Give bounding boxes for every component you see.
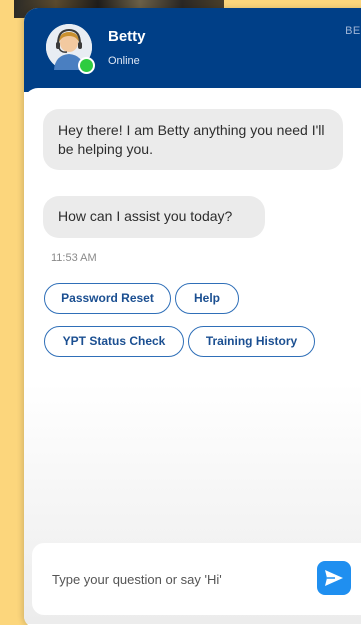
quick-reply-training-history[interactable]: Training History [188,326,315,357]
quick-reply-ypt-status-check[interactable]: YPT Status Check [44,326,184,357]
bot-message: How can I assist you today? [43,196,265,238]
composer [32,543,361,615]
quick-reply-help[interactable]: Help [175,283,239,314]
beta-badge: BETA [345,25,361,37]
chat-screen: Betty Online BETA Hey there! I am Betty … [0,0,361,625]
bot-message: Hey there! I am Betty anything you need … [43,109,343,170]
bot-name: Betty [108,28,146,45]
message-input[interactable] [52,567,292,591]
chat-body: Hey there! I am Betty anything you need … [24,88,361,624]
online-dot-icon [78,57,95,74]
chat-header: Betty Online BETA [24,8,361,92]
quick-reply-password-reset[interactable]: Password Reset [44,283,171,314]
chat-widget: Betty Online BETA Hey there! I am Betty … [24,8,361,625]
send-button[interactable] [317,561,351,595]
message-timestamp: 11:53 AM [51,252,97,264]
bot-status: Online [108,55,140,67]
send-arrow-icon [325,570,343,586]
